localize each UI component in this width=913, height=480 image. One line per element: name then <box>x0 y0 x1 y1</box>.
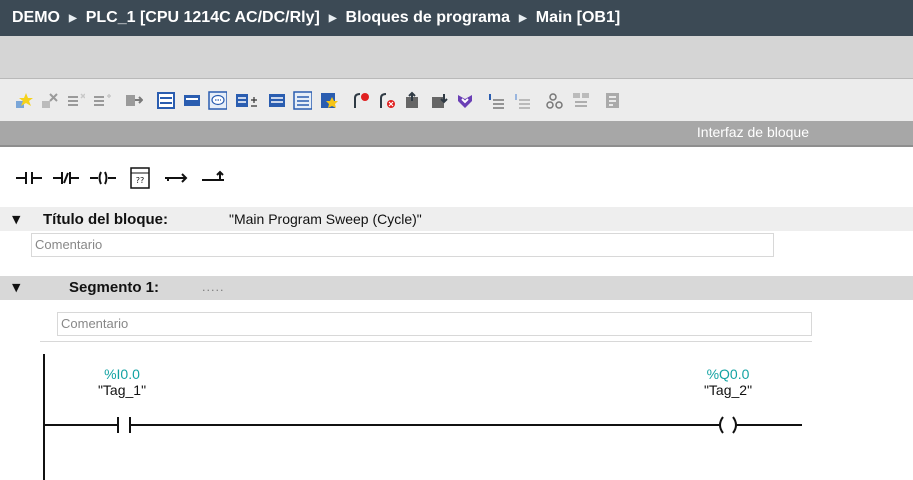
breakpoint-icon[interactable] <box>545 91 564 110</box>
coil-tag-name: "Tag_2" <box>703 382 753 398</box>
monitoring-on-icon[interactable] <box>351 91 370 110</box>
segment-header[interactable]: ▼ Segmento 1: ..... <box>0 276 913 300</box>
expand-all-icon[interactable] <box>267 91 286 110</box>
delete-network-icon[interactable] <box>40 91 59 110</box>
collapse-triangle-icon[interactable]: ▼ <box>12 213 20 226</box>
splitter-handle-icon[interactable] <box>692 146 770 160</box>
segment-label: Segmento 1: <box>69 279 160 296</box>
download-icon[interactable] <box>429 91 448 110</box>
collapse-all-icon[interactable] <box>293 90 312 110</box>
block-title-row[interactable]: ▼ Título del bloque: "Main Program Sweep… <box>0 207 913 231</box>
compare-icon[interactable] <box>571 91 590 110</box>
breadcrumb-item-project[interactable]: DEMO <box>12 9 60 27</box>
breadcrumb-item-plc[interactable]: PLC_1 [CPU 1214C AC/DC/Rly] <box>86 9 320 27</box>
open-block-icon[interactable] <box>603 91 622 110</box>
no-contact-icon[interactable] <box>14 163 44 193</box>
no-contact-icon <box>117 417 131 433</box>
favorites-icon[interactable] <box>319 91 338 110</box>
svg-text:??: ?? <box>136 176 145 185</box>
divider <box>0 145 913 147</box>
coil-icon[interactable] <box>88 163 118 193</box>
segment-title-field[interactable]: ..... <box>202 281 224 294</box>
comments-toggle-icon[interactable] <box>208 90 227 110</box>
coil-address: %Q0.0 <box>706 366 750 382</box>
insert-network-icon[interactable] <box>14 91 33 110</box>
monitoring-off-icon[interactable] <box>377 91 396 110</box>
segment-comment-field[interactable]: Comentario <box>57 312 812 336</box>
breadcrumb-item-program-blocks[interactable]: Bloques de programa <box>346 9 510 27</box>
breadcrumb-separator-icon: ▶ <box>69 12 77 24</box>
upload-icon[interactable] <box>403 91 422 110</box>
empty-box-icon[interactable]: ?? <box>125 163 155 193</box>
breadcrumb: DEMO ▶ PLC_1 [CPU 1214C AC/DC/Rly] ▶ Blo… <box>0 0 913 36</box>
contact-address: %I0.0 <box>104 366 140 382</box>
contact-tag[interactable]: %I0.0 "Tag_1" <box>80 366 164 398</box>
block-comment-field[interactable]: Comentario <box>31 233 774 257</box>
editor-header-bar <box>0 36 913 79</box>
ladder-elements-toolbar: ?? <box>0 153 913 203</box>
insert-row-icon[interactable] <box>66 91 85 110</box>
absolute-operands-icon[interactable] <box>156 91 175 110</box>
display-favorites-icon[interactable] <box>182 91 201 110</box>
compile-icon[interactable] <box>455 91 474 110</box>
block-interface-bar[interactable]: Interfaz de bloque <box>0 121 913 145</box>
block-title-label: Título del bloque: <box>43 210 168 228</box>
add-row-icon[interactable] <box>92 91 111 110</box>
indent-left-icon[interactable] <box>487 91 506 110</box>
editor-toolbar <box>0 79 913 121</box>
block-interface-label: Interfaz de bloque <box>696 124 809 140</box>
breadcrumb-item-main[interactable]: Main [OB1] <box>536 9 620 27</box>
network-comments-icon[interactable] <box>234 91 260 110</box>
breadcrumb-separator-icon: ▶ <box>328 12 337 24</box>
ladder-diagram <box>43 354 802 480</box>
ladder-network: %I0.0 "Tag_1" %Q0.0 "Tag_2" <box>0 342 913 480</box>
breadcrumb-separator-icon: ▶ <box>519 12 527 24</box>
close-branch-icon[interactable] <box>199 163 229 193</box>
contact-tag-name: "Tag_1" <box>97 382 147 398</box>
open-branch-icon[interactable] <box>162 163 192 193</box>
go-to-icon[interactable] <box>124 91 143 110</box>
collapse-triangle-icon[interactable]: ▼ <box>12 281 20 294</box>
nc-contact-icon[interactable] <box>51 163 81 193</box>
block-title-value[interactable]: "Main Program Sweep (Cycle)" <box>229 211 422 227</box>
indent-right-icon[interactable] <box>513 91 532 110</box>
coil-tag[interactable]: %Q0.0 "Tag_2" <box>686 366 770 398</box>
coil-icon <box>719 416 737 434</box>
